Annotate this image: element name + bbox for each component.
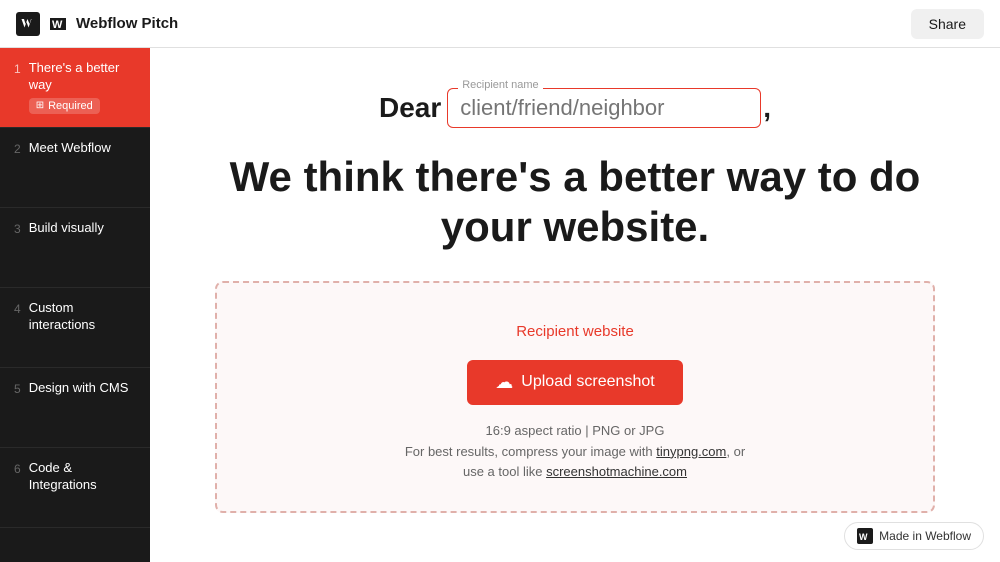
tinypng-link[interactable]: tinypng.com <box>656 444 726 459</box>
logo: W Webflow Pitch <box>16 12 178 36</box>
sidebar-item-content-5: Design with CMS <box>29 380 136 397</box>
sidebar-item-3[interactable]: 3 Build visually <box>0 208 150 288</box>
sidebar-item-content-6: Code & Integrations <box>29 460 136 494</box>
tool-text: use a tool like <box>463 464 543 479</box>
heading-line1: We think there's a better way to do <box>230 153 921 200</box>
recipient-input-wrapper: Recipient name <box>447 88 761 128</box>
recipient-area: Dear Recipient name , <box>210 88 940 128</box>
logo-text: Webflow Pitch <box>76 15 178 32</box>
svg-text:W: W <box>859 532 868 542</box>
webflow-badge-icon: W <box>857 528 873 544</box>
webflow-w-icon: W <box>48 14 68 34</box>
upload-cloud-icon: ☁ <box>495 372 513 393</box>
sidebar-item-number-4: 4 <box>14 302 21 316</box>
sidebar-item-label-5: Design with CMS <box>29 380 136 397</box>
upload-screenshot-button[interactable]: ☁ Upload screenshot <box>467 360 682 405</box>
sidebar-item-number-2: 2 <box>14 142 21 156</box>
main-heading: We think there's a better way to do your… <box>230 152 921 253</box>
sidebar-item-5[interactable]: 5 Design with CMS <box>0 368 150 448</box>
sidebar-item-label-3: Build visually <box>29 220 136 237</box>
screenshotmachine-link[interactable]: screenshotmachine.com <box>546 464 687 479</box>
sidebar-item-content-4: Custom interactions <box>29 300 136 334</box>
comma-text: , <box>763 92 771 124</box>
sidebar-item-number-1: 1 <box>14 62 21 76</box>
aspect-ratio-info: 16:9 aspect ratio | PNG or JPG <box>486 423 665 438</box>
sidebar-item-number-6: 6 <box>14 462 21 476</box>
sidebar: 1 There's a better way ⊞ Required 2 Meet… <box>0 48 150 562</box>
svg-text:W: W <box>52 19 63 31</box>
recipient-label: Recipient name <box>458 79 542 91</box>
sidebar-item-label-6: Code & Integrations <box>29 460 136 494</box>
main-content: Dear Recipient name , We think there's a… <box>150 48 1000 562</box>
upload-area: Recipient website ☁ Upload screenshot 16… <box>215 281 935 513</box>
webflow-logo-icon <box>16 12 40 36</box>
recipient-website-label: Recipient website <box>516 323 634 340</box>
sidebar-item-2[interactable]: 2 Meet Webflow <box>0 128 150 208</box>
sidebar-item-1[interactable]: 1 There's a better way ⊞ Required <box>0 48 150 128</box>
made-in-webflow-badge: W Made in Webflow <box>844 522 984 550</box>
made-in-webflow-text: Made in Webflow <box>879 529 971 543</box>
upload-button-label: Upload screenshot <box>521 373 654 391</box>
required-badge: ⊞ Required <box>29 98 100 114</box>
sidebar-item-content-3: Build visually <box>29 220 136 237</box>
or-text: , or <box>726 444 745 459</box>
sidebar-item-content-2: Meet Webflow <box>29 140 136 157</box>
sidebar-item-label-4: Custom interactions <box>29 300 136 334</box>
sidebar-item-label-1: There's a better way <box>29 60 136 94</box>
required-icon: ⊞ <box>36 100 44 111</box>
sidebar-item-content-1: There's a better way ⊞ Required <box>29 60 136 114</box>
sidebar-item-label-2: Meet Webflow <box>29 140 136 157</box>
sidebar-item-6[interactable]: 6 Code & Integrations <box>0 448 150 528</box>
required-label: Required <box>48 100 93 112</box>
main-layout: 1 There's a better way ⊞ Required 2 Meet… <box>0 48 1000 562</box>
header: W Webflow Pitch Share <box>0 0 1000 48</box>
sidebar-item-number-5: 5 <box>14 382 21 396</box>
heading-line2: your website. <box>441 203 709 250</box>
sidebar-item-number-3: 3 <box>14 222 21 236</box>
recipient-input[interactable] <box>460 95 748 121</box>
share-button[interactable]: Share <box>911 9 984 39</box>
active-border <box>0 48 3 127</box>
sidebar-item-4[interactable]: 4 Custom interactions <box>0 288 150 368</box>
upload-info: 16:9 aspect ratio | PNG or JPG For best … <box>405 421 745 483</box>
compress-info: For best results, compress your image wi… <box>405 444 653 459</box>
dear-text: Dear <box>379 92 441 124</box>
